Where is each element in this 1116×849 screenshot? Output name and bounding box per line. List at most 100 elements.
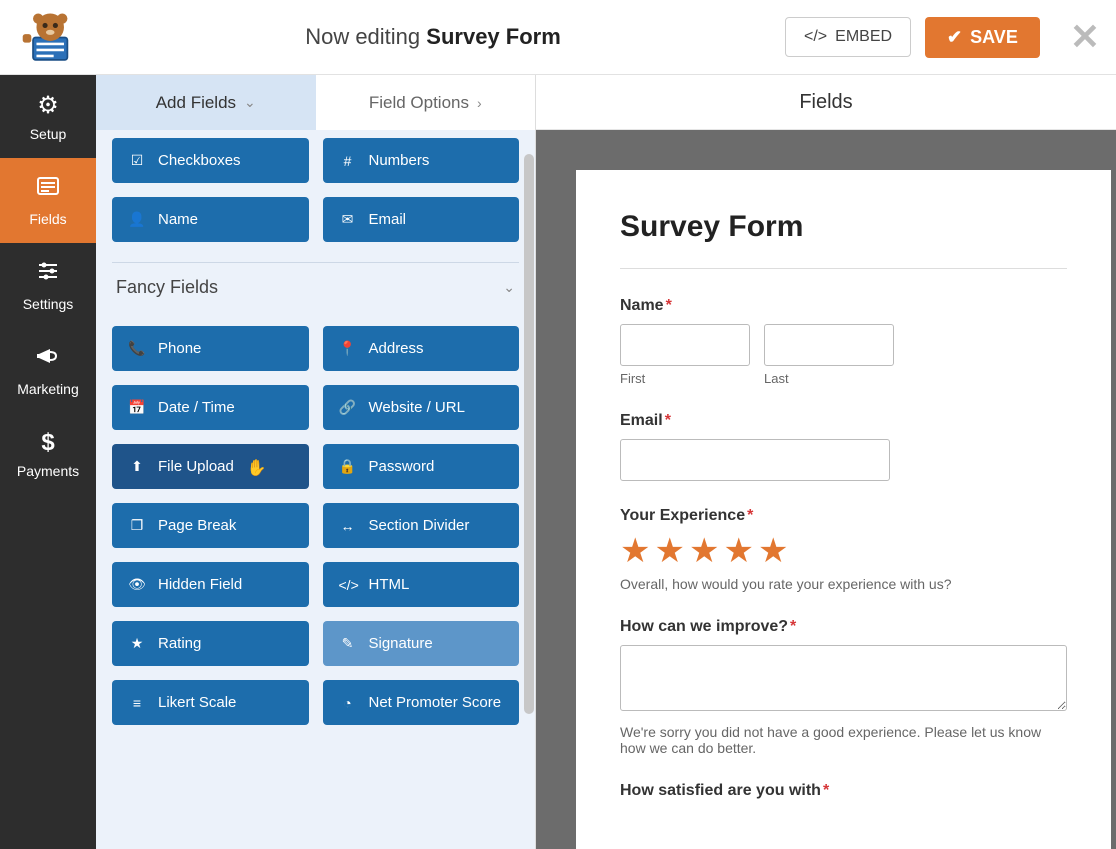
nav-payments[interactable]: $ Payments: [0, 413, 96, 495]
field-btn-phone[interactable]: 📞 Phone: [112, 326, 309, 371]
last-name-input[interactable]: [764, 324, 894, 366]
nav-label: Settings: [23, 296, 74, 312]
nav-marketing[interactable]: Marketing: [0, 328, 96, 413]
field-btn-date-time[interactable]: 📅Date / Time: [112, 385, 309, 430]
field-improve[interactable]: How can we improve?* We're sorry you did…: [620, 618, 1067, 756]
envelope-icon: ✉: [339, 211, 357, 228]
chevron-down-icon: ⌄: [244, 94, 256, 111]
tab-label: Add Fields: [156, 93, 236, 113]
embed-button[interactable]: </> EMBED: [785, 17, 911, 57]
field-btn-file-upload[interactable]: ⬆File Upload✋: [112, 444, 309, 489]
field-button-label: Net Promoter Score: [369, 694, 502, 711]
standard-fields-grid: ☑Checkboxes #Numbers 👤 Name ✉Email: [112, 138, 519, 242]
form-title: Survey Form: [620, 210, 1067, 244]
copy-icon: ❐: [128, 517, 146, 534]
field-btn-numbers[interactable]: #Numbers: [323, 138, 520, 183]
save-label: SAVE: [970, 27, 1018, 48]
stage-header: Fields: [536, 75, 1116, 130]
form-preview: Survey Form Name* First Last Email*: [576, 170, 1111, 849]
user-icon: 👤: [128, 211, 146, 228]
code-icon: </>: [804, 28, 827, 46]
main: ⚙ Setup Fields Settings Marketing $ Paym…: [0, 75, 1116, 849]
field-btn-rating[interactable]: ★Rating: [112, 621, 309, 666]
field-btn-name[interactable]: 👤 Name: [112, 197, 309, 242]
field-btn-likert-scale[interactable]: ≡Likert Scale: [112, 680, 309, 725]
field-btn-section-divider[interactable]: ↔Section Divider: [323, 503, 520, 548]
field-label: Your Experience*: [620, 507, 1067, 525]
lock-icon: 🔒: [339, 458, 357, 475]
first-name-input[interactable]: [620, 324, 750, 366]
required-asterisk: *: [665, 412, 671, 429]
tab-label: Field Options: [369, 93, 469, 113]
star-icon[interactable]: ★: [620, 534, 650, 568]
field-btn-signature[interactable]: ✎Signature: [323, 621, 520, 666]
star-rating[interactable]: ★ ★ ★ ★ ★: [620, 534, 1067, 568]
arrows-h-icon: ↔: [339, 518, 357, 534]
check-icon: ✔: [947, 27, 962, 48]
field-button-label: Checkboxes: [158, 152, 241, 169]
field-btn-net-promoter-score[interactable]: ◔Net Promoter Score: [323, 680, 520, 725]
field-btn-password[interactable]: 🔒 Password: [323, 444, 520, 489]
topbar: Now editing Survey Form </> EMBED ✔ SAVE…: [0, 0, 1116, 75]
tab-field-options[interactable]: Field Options ›: [316, 75, 536, 130]
field-label: How satisfied are you with*: [620, 782, 1067, 800]
nav-label: Setup: [30, 126, 67, 142]
nav-setup[interactable]: ⚙ Setup: [0, 75, 96, 158]
field-experience[interactable]: Your Experience* ★ ★ ★ ★ ★ Overall, how …: [620, 507, 1067, 592]
pencil-icon: ✎: [339, 635, 357, 652]
required-asterisk: *: [747, 507, 753, 524]
field-button-label: Rating: [158, 635, 201, 652]
sublabel-last: Last: [764, 371, 894, 386]
field-button-label: Likert Scale: [158, 694, 236, 711]
star-icon[interactable]: ★: [758, 534, 788, 568]
tab-add-fields[interactable]: Add Fields ⌄: [96, 75, 316, 130]
field-btn-page-break[interactable]: ❐ Page Break: [112, 503, 309, 548]
scrollbar-thumb[interactable]: [524, 154, 534, 714]
panel-tabs: Add Fields ⌄ Field Options ›: [96, 75, 535, 130]
chevron-down-icon: ⌄: [503, 279, 515, 296]
star-icon[interactable]: ★: [689, 534, 719, 568]
field-name[interactable]: Name* First Last: [620, 297, 1067, 386]
required-asterisk: *: [823, 782, 829, 799]
fields-panel: Add Fields ⌄ Field Options › ☑Checkboxes…: [96, 75, 536, 849]
field-button-label: HTML: [369, 576, 410, 593]
email-input[interactable]: [620, 439, 890, 481]
field-button-label: Phone: [158, 340, 201, 357]
field-btn-html[interactable]: </> HTML: [323, 562, 520, 607]
field-button-label: Password: [369, 458, 435, 475]
fancy-fields-grid: 📞 Phone 📍 Address 📅Date / Time 🔗Website / URL…: [112, 326, 519, 725]
field-btn-website-url[interactable]: 🔗Website / URL: [323, 385, 520, 430]
form-name: Survey Form: [426, 24, 561, 49]
nav-fields[interactable]: Fields: [0, 158, 96, 243]
code-icon: </>: [339, 577, 357, 593]
field-help: Overall, how would you rate your experie…: [620, 576, 1067, 592]
calendar-icon: 📅: [128, 399, 146, 416]
field-btn-checkboxes[interactable]: ☑Checkboxes: [112, 138, 309, 183]
improve-textarea[interactable]: [620, 645, 1067, 711]
field-button-label: Name: [158, 211, 198, 228]
nav-settings[interactable]: Settings: [0, 243, 96, 328]
field-button-label: Page Break: [158, 517, 236, 534]
field-satisfied[interactable]: How satisfied are you with*: [620, 782, 1067, 800]
stage: Fields Survey Form Name* First Last: [536, 75, 1116, 849]
scrollbar-track[interactable]: [523, 130, 535, 849]
required-asterisk: *: [790, 618, 796, 635]
fields-scroll[interactable]: ☑Checkboxes #Numbers 👤 Name ✉Email Fancy Fie…: [96, 130, 535, 849]
nav-label: Payments: [17, 463, 79, 479]
field-btn-hidden-field[interactable]: 👁Hidden Field: [112, 562, 309, 607]
field-btn-address[interactable]: 📍 Address: [323, 326, 520, 371]
star-icon[interactable]: ★: [723, 534, 753, 568]
field-label: How can we improve?*: [620, 618, 1067, 636]
fancy-fields-heading[interactable]: Fancy Fields ⌄: [112, 262, 519, 312]
field-email[interactable]: Email*: [620, 412, 1067, 481]
map-marker-icon: 📍: [339, 340, 357, 357]
field-help: We're sorry you did not have a good expe…: [620, 724, 1067, 756]
field-btn-email[interactable]: ✉Email: [323, 197, 520, 242]
link-icon: 🔗: [339, 399, 357, 416]
save-button[interactable]: ✔ SAVE: [925, 17, 1040, 58]
phone-icon: 📞: [128, 340, 146, 357]
close-button[interactable]: ✕: [1070, 19, 1100, 55]
star-icon[interactable]: ★: [654, 534, 684, 568]
gear-icon: ⚙: [4, 91, 92, 120]
field-button-label: Address: [369, 340, 424, 357]
